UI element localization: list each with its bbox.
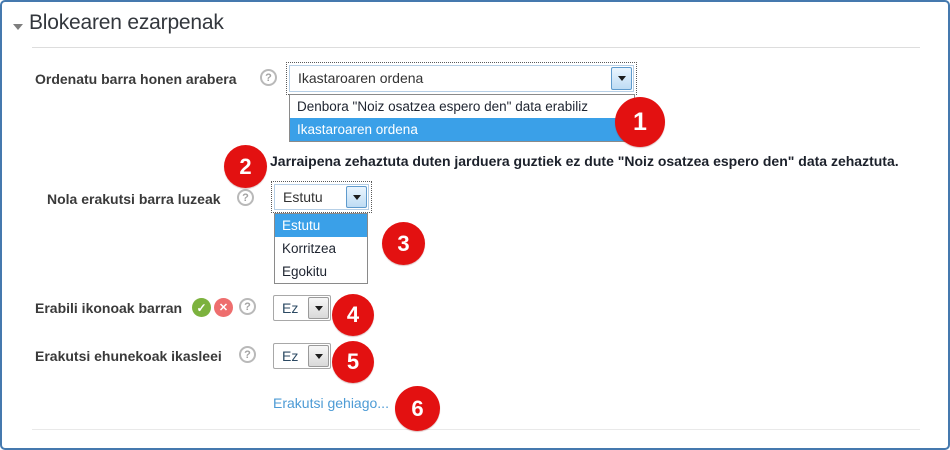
chevron-down-icon bbox=[618, 76, 626, 81]
long-bars-option-3[interactable]: Egokitu bbox=[275, 260, 367, 283]
collapse-triangle-icon[interactable] bbox=[13, 24, 23, 30]
long-bars-option-2[interactable]: Korritzea bbox=[275, 237, 367, 260]
long-bars-option-1[interactable]: Estutu bbox=[275, 214, 367, 237]
long-bars-select-value: Estutu bbox=[275, 185, 345, 209]
order-by-select[interactable]: Ikastaroaren ordena bbox=[289, 65, 634, 92]
callout-badge-5: 5 bbox=[332, 341, 374, 383]
help-icon-order-by[interactable]: ? bbox=[260, 69, 277, 86]
cross-icon: ✕ bbox=[214, 298, 233, 317]
callout-badge-2: 2 bbox=[224, 145, 267, 188]
order-by-option-1[interactable]: Denbora "Noiz osatzea espero den" data e… bbox=[290, 95, 634, 118]
block-settings-panel: Blokearen ezarpenak Ordenatu barra honen… bbox=[0, 0, 950, 450]
show-more-link[interactable]: Erakutsi gehiago... bbox=[273, 395, 389, 411]
dropdown-arrow-button[interactable] bbox=[346, 186, 367, 208]
show-percentage-select[interactable]: Ez bbox=[273, 343, 331, 369]
section-title[interactable]: Blokearen ezarpenak bbox=[29, 11, 224, 35]
help-icon-use-icons[interactable]: ? bbox=[239, 298, 256, 315]
order-by-label: Ordenatu barra honen arabera bbox=[35, 71, 237, 87]
callout-badge-4: 4 bbox=[332, 294, 374, 336]
callout-badge-6: 6 bbox=[395, 386, 440, 431]
help-icon-show-percentage[interactable]: ? bbox=[239, 346, 256, 363]
callout-badge-1: 1 bbox=[615, 97, 665, 147]
order-by-dropdown-list: Denbora "Noiz osatzea espero den" data e… bbox=[289, 94, 635, 142]
chevron-down-icon bbox=[315, 306, 323, 311]
long-bars-label: Nola erakutsi barra luzeak bbox=[47, 191, 221, 207]
dropdown-arrow-button[interactable] bbox=[611, 67, 632, 90]
dropdown-arrow-button[interactable] bbox=[308, 297, 329, 319]
chevron-down-icon bbox=[353, 195, 361, 200]
header-divider bbox=[32, 47, 920, 48]
use-icons-select[interactable]: Ez bbox=[273, 295, 331, 321]
callout-badge-3: 3 bbox=[382, 222, 425, 265]
long-bars-select[interactable]: Estutu bbox=[274, 184, 369, 210]
order-by-select-value: Ikastaroaren ordena bbox=[290, 66, 610, 91]
help-icon-long-bars[interactable]: ? bbox=[237, 189, 254, 206]
dropdown-arrow-button[interactable] bbox=[308, 345, 329, 367]
use-icons-select-value: Ez bbox=[274, 296, 307, 320]
long-bars-dropdown-list: Estutu Korritzea Egokitu bbox=[274, 213, 368, 284]
check-icon: ✓ bbox=[192, 298, 211, 317]
chevron-down-icon bbox=[315, 354, 323, 359]
show-percentage-label: Erakutsi ehunekoak ikasleei bbox=[35, 348, 222, 364]
order-by-option-2[interactable]: Ikastaroaren ordena bbox=[290, 118, 634, 141]
show-percentage-select-value: Ez bbox=[274, 344, 307, 368]
warning-text: Jarraipena zehaztuta duten jarduera guzt… bbox=[270, 153, 899, 169]
use-icons-label: Erabili ikonoak barran bbox=[35, 300, 182, 316]
bottom-divider bbox=[32, 429, 920, 430]
